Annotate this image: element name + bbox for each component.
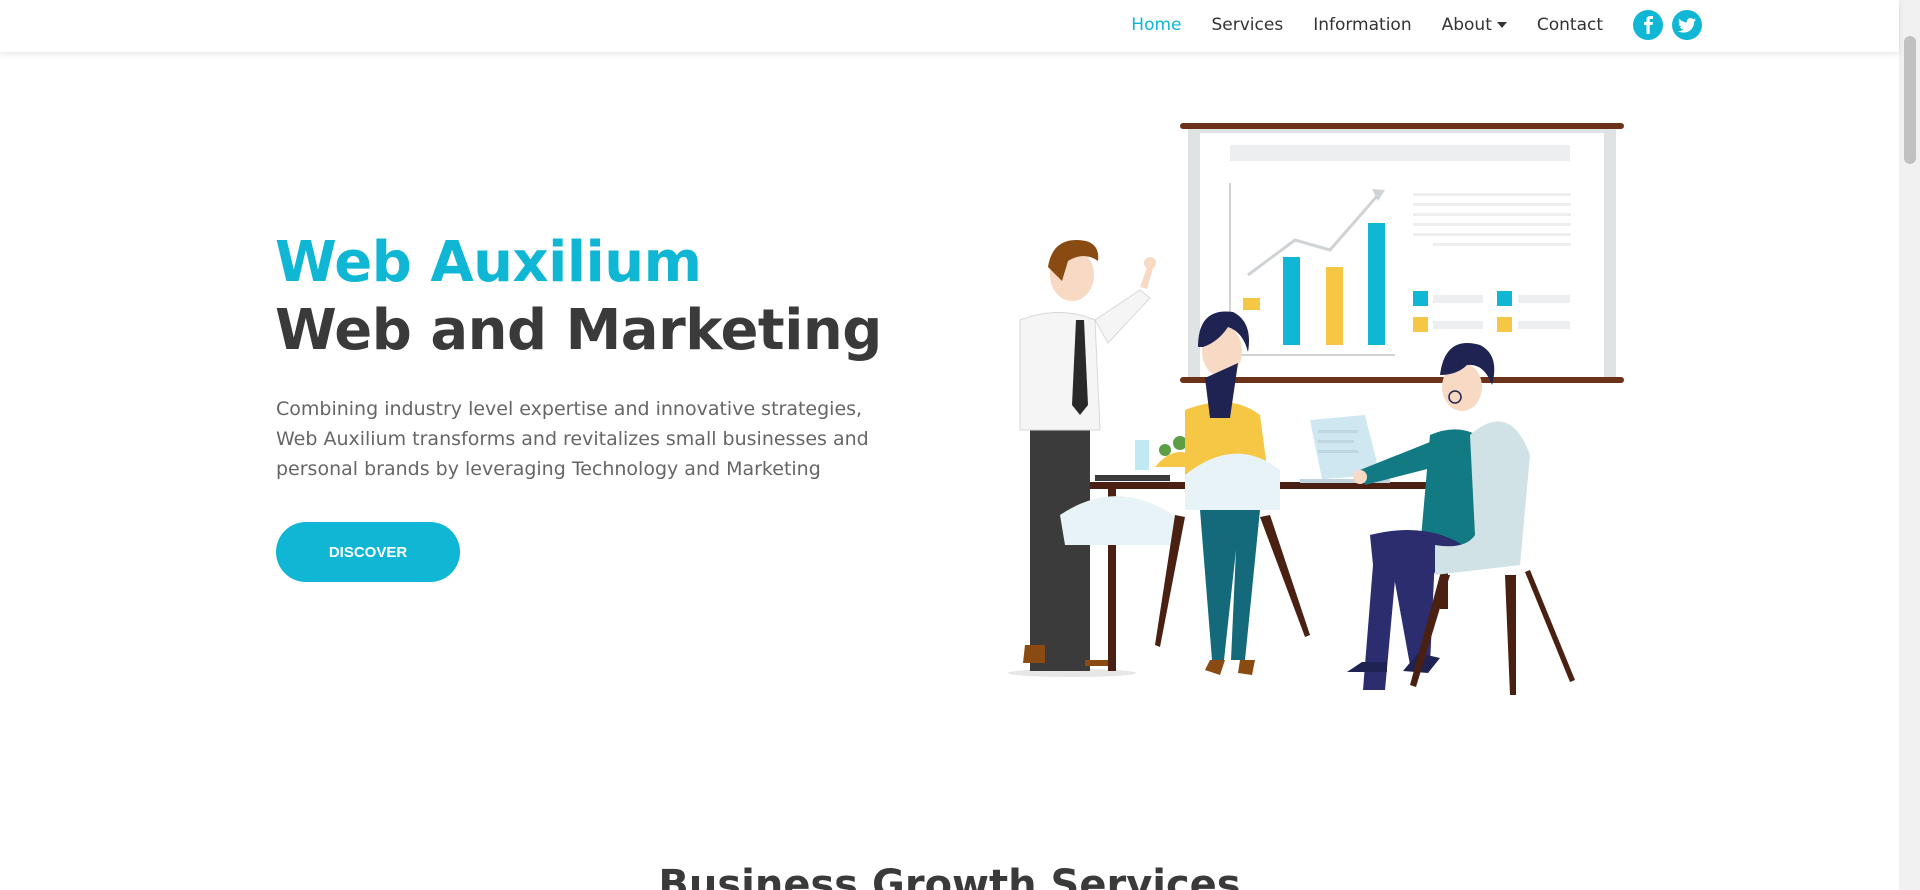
nav-services[interactable]: Services [1212, 15, 1284, 35]
scroll-thumb[interactable] [1904, 36, 1916, 164]
nav-about[interactable]: About [1442, 15, 1507, 35]
caret-down-icon [1496, 22, 1507, 28]
business-meeting-illustration [1008, 123, 1624, 695]
top-navbar: Home Services Information About Contact [0, 0, 1899, 52]
discover-button[interactable]: DISCOVER [276, 522, 460, 582]
social-links [1633, 10, 1702, 40]
nav-home[interactable]: Home [1131, 15, 1181, 35]
facebook-icon[interactable] [1633, 10, 1663, 40]
hero-description: Combining industry level expertise and i… [276, 398, 869, 480]
nav-links: Home Services Information About Contact [1101, 0, 1702, 50]
scrollbar[interactable] [1899, 0, 1920, 890]
nav-contact[interactable]: Contact [1537, 15, 1603, 35]
nav-information[interactable]: Information [1313, 15, 1411, 35]
twitter-icon[interactable] [1672, 10, 1702, 40]
section-title: Business Growth Services [658, 862, 1241, 890]
hero-main-title: Web and Marketing [275, 298, 882, 363]
hero-brand-title: Web Auxilium [275, 230, 702, 295]
nav-about-label: About [1441, 15, 1492, 35]
